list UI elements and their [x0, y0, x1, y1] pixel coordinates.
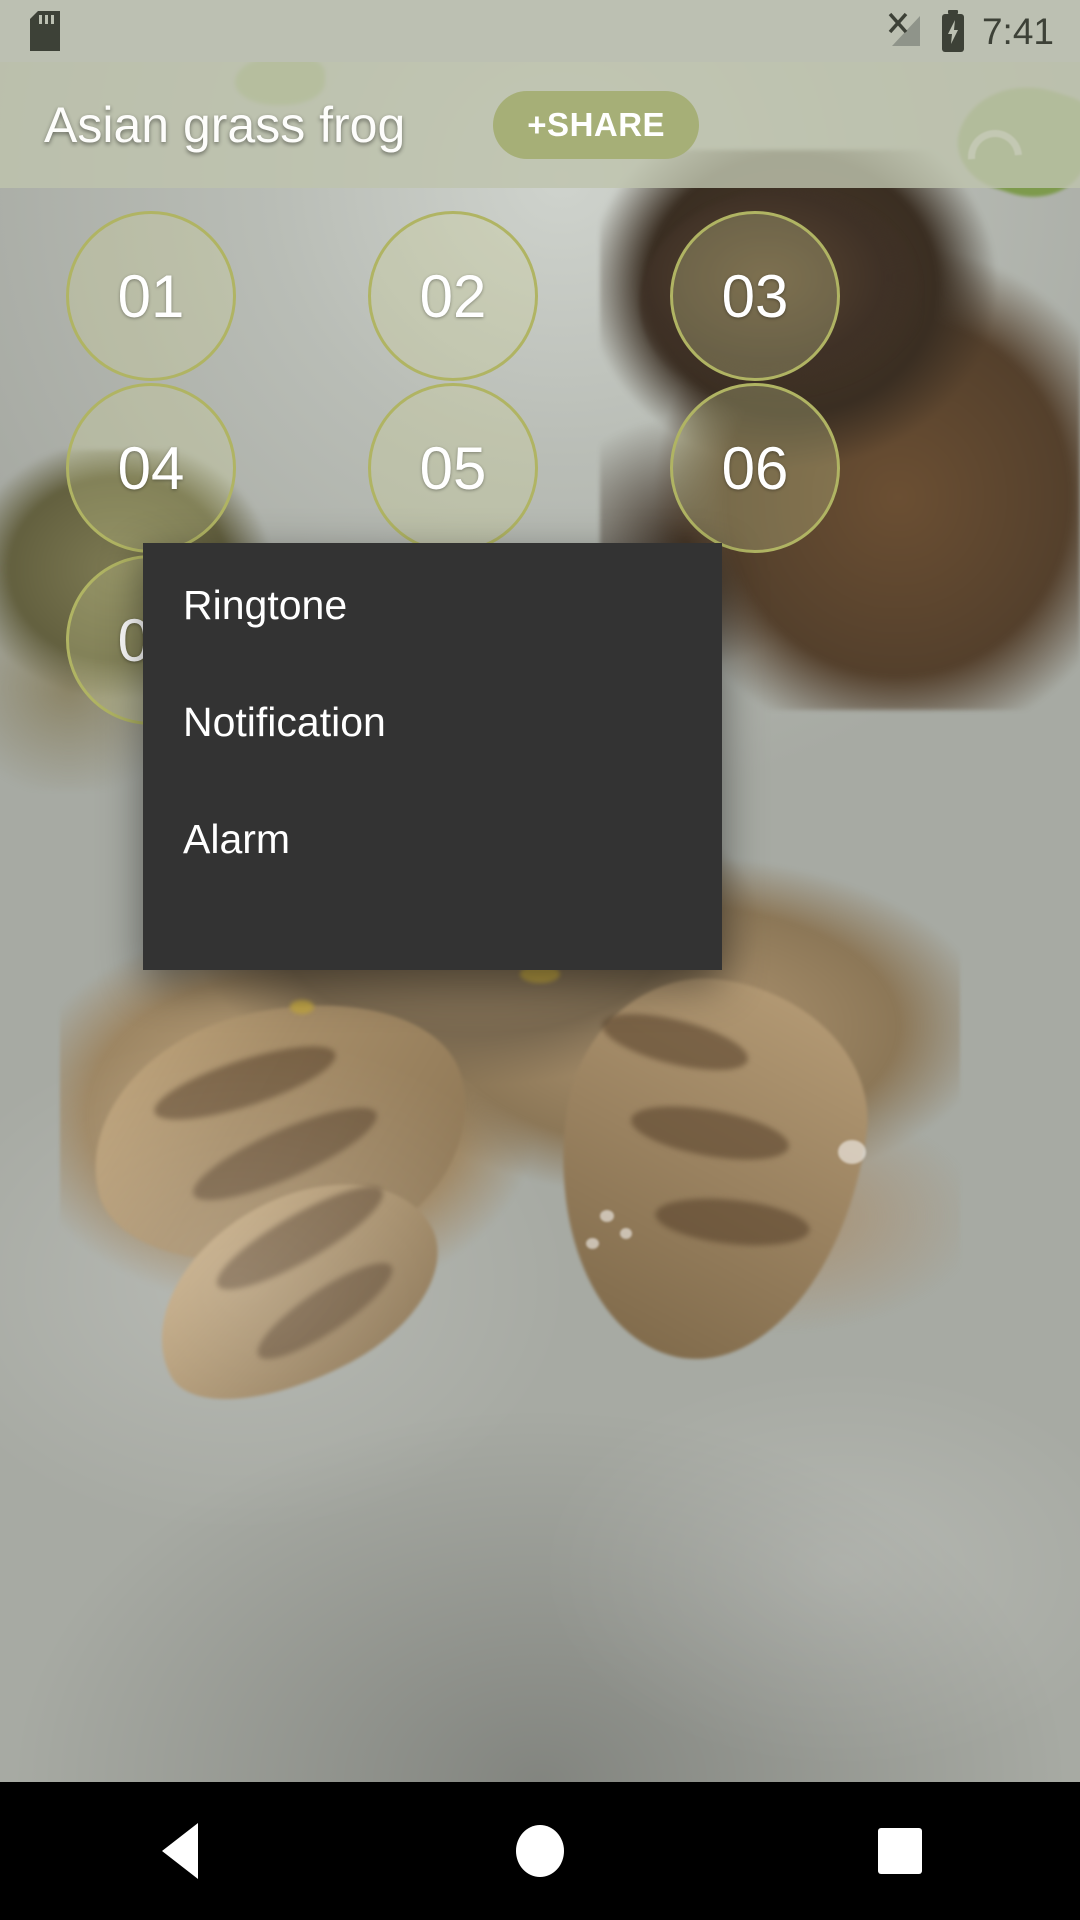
home-circle-icon	[516, 1825, 564, 1877]
sound-slot-label: 02	[419, 262, 487, 330]
status-bar-right-icons: 7:41	[884, 10, 1054, 52]
dialog-item-label: Ringtone	[183, 582, 348, 628]
signal-no-service-icon	[888, 12, 920, 46]
nav-back-button[interactable]	[105, 1782, 255, 1920]
status-bar: 7:41	[0, 0, 1080, 62]
set-as-dialog: Ringtone Notification Alarm	[143, 543, 722, 970]
sound-slot-05[interactable]: 05	[368, 383, 538, 553]
sound-slot-label: 06	[721, 434, 789, 502]
sound-slot-label: 04	[117, 434, 185, 502]
sound-slot-01[interactable]: 01	[66, 211, 236, 381]
page-title: Asian grass frog	[44, 97, 406, 153]
recents-square-icon	[878, 1828, 922, 1874]
dialog-item-label: Alarm	[183, 816, 291, 862]
nav-home-button[interactable]	[465, 1782, 615, 1920]
sound-slot-label: 01	[117, 262, 185, 330]
dialog-item-ringtone[interactable]: Ringtone	[143, 547, 722, 664]
sd-card-icon	[30, 11, 60, 51]
sound-slot-label: 05	[419, 434, 487, 502]
dialog-item-label: Notification	[183, 699, 386, 745]
share-button[interactable]: +SHARE	[493, 91, 700, 159]
dialog-item-notification[interactable]: Notification	[143, 664, 722, 781]
sound-slot-06[interactable]: 06	[670, 383, 840, 553]
system-navigation-bar	[0, 1782, 1080, 1920]
battery-charging-icon	[941, 10, 964, 52]
sound-slot-label: 03	[721, 262, 789, 330]
app-bar: Asian grass frog +SHARE	[0, 62, 1080, 188]
status-bar-clock: 7:41	[981, 10, 1054, 52]
nav-recents-button[interactable]	[825, 1782, 975, 1920]
phone-screen: 7:41 Asian grass frog +SHARE 01 02 03 04…	[0, 0, 1080, 1920]
dialog-item-alarm[interactable]: Alarm	[143, 781, 722, 898]
sound-slot-02[interactable]: 02	[368, 211, 538, 381]
status-bar-left-icons	[30, 11, 60, 51]
sound-slot-03[interactable]: 03	[670, 211, 840, 381]
back-triangle-icon	[162, 1823, 198, 1879]
sound-slot-04[interactable]: 04	[66, 383, 236, 553]
